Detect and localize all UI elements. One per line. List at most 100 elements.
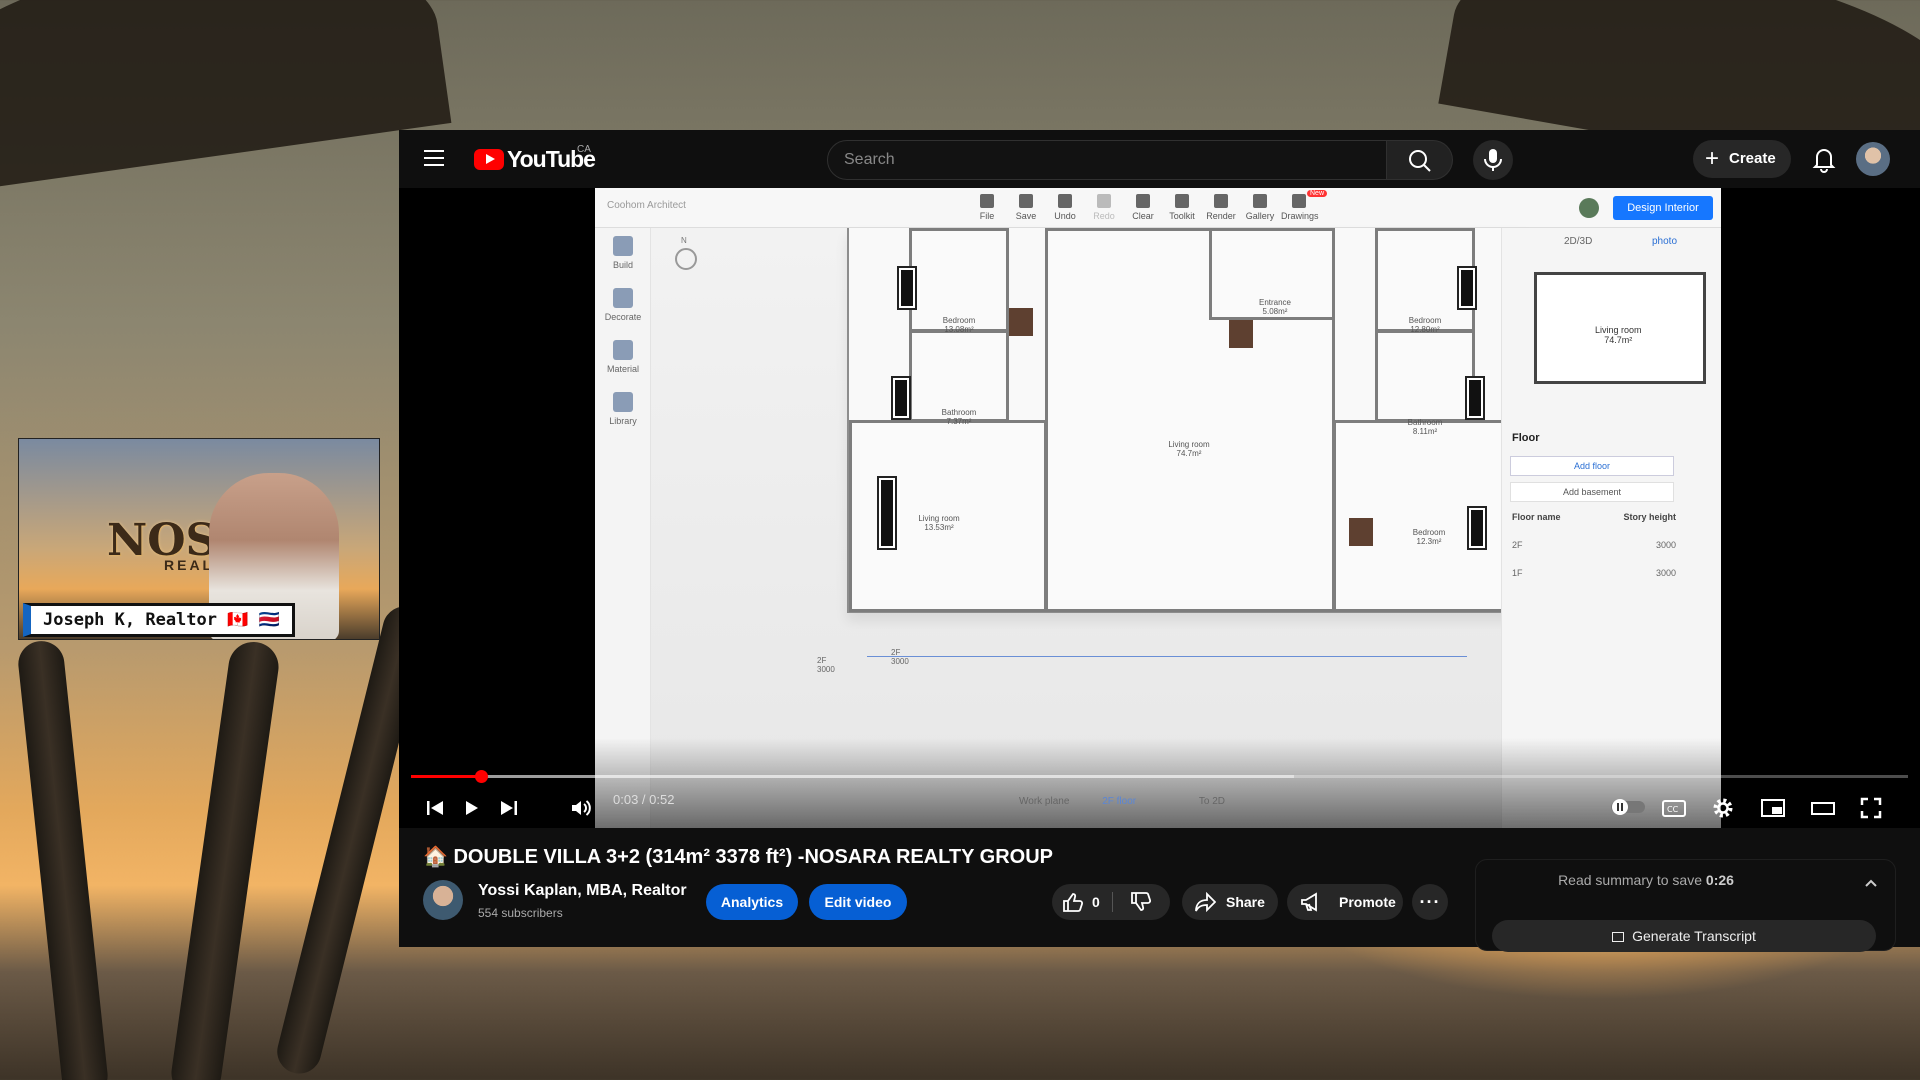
house-floorplan: Bedroom 13.08m² Bathroom 7.37m² Living roo… <box>847 228 1531 613</box>
more-horizontal-icon: ··· <box>1419 892 1441 912</box>
compass-icon <box>675 248 697 270</box>
add-basement-button: Add basement <box>1510 482 1674 502</box>
like-dislike-group: 0 <box>1052 884 1170 920</box>
search-button[interactable] <box>1387 140 1453 180</box>
channel-name[interactable]: Yossi Kaplan, MBA, Realtor <box>478 882 687 900</box>
generate-transcript-label: Generate Transcript <box>1632 928 1756 944</box>
floor-level-tag: 2F 3000 <box>817 656 835 674</box>
search-input[interactable]: Search <box>827 140 1387 180</box>
progress-played <box>411 775 482 778</box>
next-icon[interactable] <box>497 796 521 820</box>
room-label: Bathroom 8.11m² <box>1407 418 1443 436</box>
app-bottom-toolbar: Work plane 2F floor To 2D <box>1019 796 1225 807</box>
decorate-icon <box>613 288 633 308</box>
tool-redo: Redo <box>1086 194 1122 221</box>
door <box>1009 308 1033 336</box>
subscriber-count: 554 subscribers <box>478 906 563 920</box>
file-icon <box>980 194 994 208</box>
window <box>1457 266 1477 310</box>
captions-icon[interactable]: CC <box>1661 796 1687 820</box>
camera-icon <box>1214 194 1228 208</box>
floor-level-tag: 2F 3000 <box>891 648 909 666</box>
youtube-window: YouTube CA Search + Create Coohom Archit… <box>399 130 1920 952</box>
share-label: Share <box>1226 894 1265 910</box>
play-icon[interactable] <box>459 796 483 820</box>
youtube-logo-icon[interactable] <box>474 149 504 170</box>
progress-bar[interactable] <box>411 770 1908 783</box>
previous-icon[interactable] <box>423 796 447 820</box>
tool-toolkit: Toolkit <box>1164 194 1200 221</box>
account-avatar[interactable] <box>1856 142 1890 176</box>
more-actions-button[interactable]: ··· <box>1412 884 1448 920</box>
notifications-button[interactable] <box>1810 144 1838 174</box>
create-label: Create <box>1729 150 1776 167</box>
transcript-icon <box>1612 932 1625 942</box>
volume-icon[interactable] <box>569 796 595 820</box>
search-icon <box>1409 150 1431 172</box>
design-interior-button: Design Interior <box>1613 196 1713 220</box>
country-code: CA <box>577 144 591 155</box>
autoplay-toggle[interactable] <box>1611 798 1645 816</box>
room-label: Bedroom 13.08m² <box>942 316 976 334</box>
room-label: Bathroom 7.37m² <box>941 408 977 426</box>
edit-video-button[interactable]: Edit video <box>809 884 907 920</box>
divider <box>1112 892 1113 912</box>
analytics-button[interactable]: Analytics <box>706 884 798 920</box>
floor-baseline <box>867 656 1467 657</box>
voice-search-button[interactable] <box>1473 140 1513 180</box>
tab-2d3d: 2D/3D <box>1564 236 1593 247</box>
door <box>1229 320 1253 348</box>
promote-label: Promote <box>1339 894 1396 910</box>
add-floor-button: Add floor <box>1510 456 1674 476</box>
rail-decorate: Decorate <box>601 288 645 322</box>
window <box>1465 376 1485 420</box>
summary-prompt: Read summary to save 0:26 <box>1558 872 1734 888</box>
tool-file: File <box>969 194 1005 221</box>
redo-icon <box>1097 194 1111 208</box>
channel-avatar[interactable] <box>423 880 463 920</box>
app-toolbar: Coohom Architect File Save Undo Redo Cle… <box>595 188 1721 228</box>
miniplayer-icon[interactable] <box>1760 796 1786 820</box>
share-button[interactable]: Share <box>1182 884 1278 920</box>
generate-transcript-button[interactable]: Generate Transcript <box>1492 920 1876 952</box>
window <box>891 376 911 420</box>
chevron-up-icon[interactable] <box>1862 874 1880 892</box>
theater-mode-icon[interactable] <box>1810 796 1836 820</box>
window <box>1467 506 1487 550</box>
thumbs-down-icon[interactable] <box>1130 892 1152 912</box>
to-2d-label: To 2D <box>1198 796 1225 807</box>
create-button[interactable]: + Create <box>1693 140 1791 178</box>
tool-save: Save <box>1008 194 1044 221</box>
promote-button[interactable]: Promote <box>1287 884 1403 920</box>
material-icon <box>613 340 633 360</box>
floor-table-header: Floor name Story height <box>1512 512 1676 522</box>
presenter-name-tag: Joseph K, Realtor 🇨🇦 🇨🇷 <box>23 603 295 637</box>
app-title: Coohom Architect <box>607 200 686 211</box>
video-player[interactable]: Coohom Architect File Save Undo Redo Cle… <box>399 188 1920 828</box>
svg-text:CC: CC <box>1667 805 1679 814</box>
menu-icon[interactable] <box>424 150 444 166</box>
tool-render: Render <box>1203 194 1239 221</box>
thumbs-up-icon[interactable] <box>1062 892 1084 912</box>
megaphone-icon <box>1301 892 1317 912</box>
share-icon <box>1195 892 1216 912</box>
room-label: Entrance 5.08m² <box>1258 298 1292 316</box>
fullscreen-icon[interactable] <box>1859 796 1883 820</box>
palm-trunk <box>16 638 110 1080</box>
settings-gear-icon[interactable] <box>1711 796 1735 820</box>
time-display: 0:03 / 0:52 <box>613 792 675 807</box>
eraser-icon <box>1136 194 1150 208</box>
summary-panel: Read summary to save 0:26 Generate Trans… <box>1475 859 1896 952</box>
like-count: 0 <box>1092 894 1100 910</box>
rail-material: Material <box>601 340 645 374</box>
gallery-icon <box>1253 194 1267 208</box>
youtube-header: YouTube CA Search + Create <box>399 130 1920 188</box>
video-content-floorplan-app: Coohom Architect File Save Undo Redo Cle… <box>595 188 1721 828</box>
wrench-icon <box>1175 194 1189 208</box>
video-title: 🏠 DOUBLE VILLA 3+2 (314m² 3378 ft²) -NOS… <box>423 846 1053 868</box>
palm-trunk <box>168 638 282 1080</box>
minimap: Living room 74.7m² <box>1534 272 1706 384</box>
room-label: Bedroom 12.80m² <box>1408 316 1442 334</box>
library-icon <box>613 392 633 412</box>
save-icon <box>1019 194 1033 208</box>
